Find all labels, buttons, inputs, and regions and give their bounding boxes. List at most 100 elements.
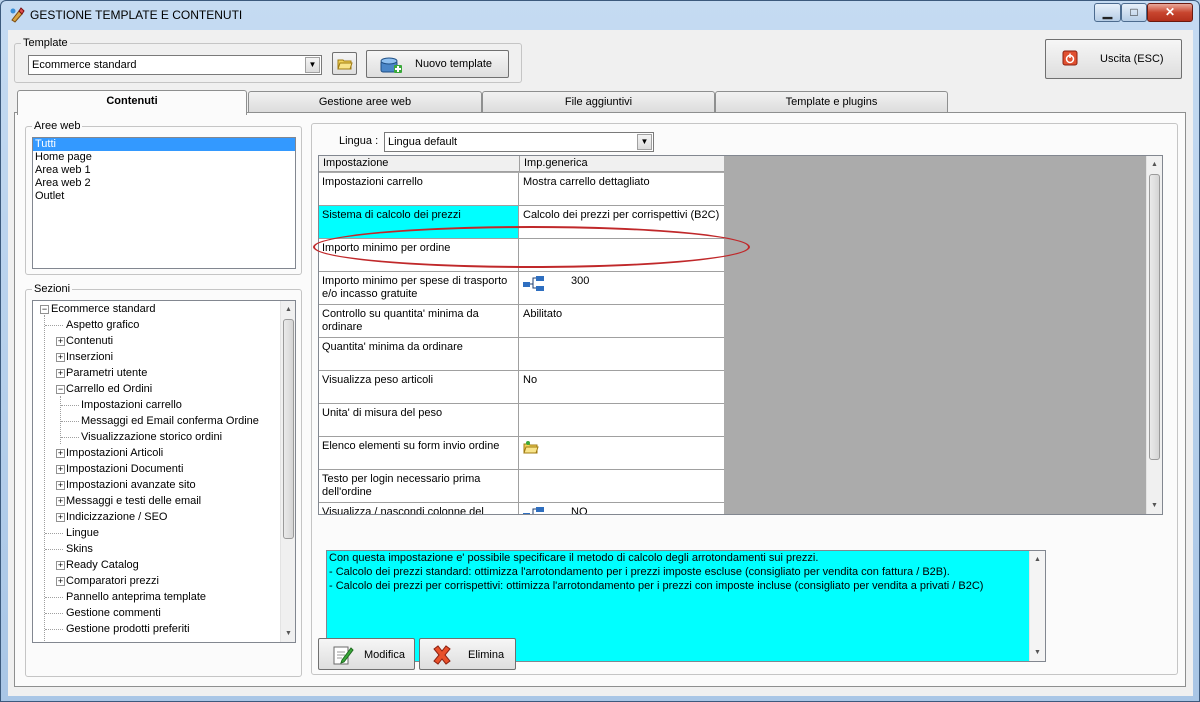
expand-icon[interactable]: + (56, 577, 65, 586)
table-row[interactable]: Unita' di misura del peso (319, 404, 724, 437)
collapse-icon[interactable]: − (40, 305, 49, 314)
expand-icon[interactable]: + (56, 561, 65, 570)
settings-grid[interactable]: Impostazione Imp.generica Impostazioni c… (318, 155, 1163, 515)
tree-node[interactable]: Impostazioni Articoli (66, 445, 163, 461)
description-line: - Calcolo dei prezzi per corrispettivi: … (329, 580, 984, 592)
scroll-down-icon[interactable]: ▼ (281, 625, 295, 642)
tree-connector (45, 533, 63, 534)
list-item[interactable]: Home page (33, 151, 295, 164)
minimize-icon: ▁ (1102, 5, 1113, 19)
description-scrollbar[interactable]: ▲ ▼ (1029, 551, 1045, 661)
list-item[interactable]: Outlet (33, 190, 295, 203)
tree-node[interactable]: Contenuti (66, 333, 113, 349)
expand-icon[interactable]: + (56, 513, 65, 522)
collapse-icon[interactable]: − (56, 385, 65, 394)
elimina-button[interactable]: Elimina (419, 638, 516, 670)
tree-node[interactable]: Comparatori prezzi (66, 573, 159, 589)
table-row[interactable]: Controllo su quantita' minima da ordinar… (319, 305, 724, 338)
expand-icon[interactable]: + (56, 497, 65, 506)
scroll-down-icon[interactable]: ▼ (1030, 644, 1045, 661)
expand-icon[interactable]: + (56, 337, 65, 346)
tree-node[interactable]: Ready Catalog (66, 557, 139, 573)
grid-scrollbar[interactable]: ▲ ▼ (1146, 156, 1162, 514)
title-bar[interactable]: GESTIONE TEMPLATE E CONTENUTI ▁ □ ✕ (1, 1, 1199, 29)
aree-web-list[interactable]: Tutti Home page Area web 1 Area web 2 Ou… (32, 137, 296, 269)
sezioni-scrollbar[interactable]: ▲ ▼ (280, 301, 295, 642)
scroll-thumb[interactable] (283, 319, 294, 539)
tree-node[interactable]: Lingue (66, 525, 99, 541)
hierarchy-icon[interactable] (523, 506, 545, 515)
scroll-up-icon[interactable]: ▲ (1147, 156, 1162, 173)
list-item[interactable]: Tutti (33, 138, 295, 151)
tree-node[interactable]: Messaggi ed Email conferma Ordine (81, 413, 259, 429)
tree-node[interactable]: Impostazioni Documenti (66, 461, 183, 477)
tree-node[interactable]: Aspetto grafico (66, 317, 139, 333)
delete-icon (433, 645, 451, 665)
table-row[interactable]: Visualizza peso articoli No (319, 371, 724, 404)
tab-template-e-plugins[interactable]: Template e plugins (715, 91, 948, 113)
tab-contenuti[interactable]: Contenuti (17, 90, 247, 115)
new-template-label: Nuovo template (415, 58, 493, 70)
close-button[interactable]: ✕ (1147, 3, 1193, 22)
scroll-down-icon[interactable]: ▼ (1147, 497, 1162, 514)
tree-node[interactable]: Impostazioni carrello (81, 397, 182, 413)
tree-node[interactable]: Gestione commenti (66, 605, 161, 621)
tree-node[interactable]: Carrello ed Ordini (66, 381, 152, 397)
tree-connector (45, 597, 63, 598)
minimize-button[interactable]: ▁ (1094, 3, 1121, 22)
tree-node[interactable]: Impostazioni avanzate sito (66, 477, 196, 493)
tree-connector (44, 315, 45, 642)
chevron-down-icon[interactable]: ▼ (637, 134, 652, 150)
expand-icon[interactable]: + (56, 449, 65, 458)
scroll-thumb[interactable] (1149, 174, 1160, 460)
tree-node[interactable]: Indicizzazione / SEO (66, 509, 168, 525)
expand-icon[interactable]: + (56, 353, 65, 362)
header-divider (519, 156, 520, 172)
tree-node[interactable]: Inserzioni (66, 349, 113, 365)
tree-node[interactable]: Visualizzazione storico ordini (81, 429, 222, 445)
scroll-up-icon[interactable]: ▲ (281, 301, 295, 318)
tree-node[interactable]: Pannello anteprima template (66, 589, 206, 605)
hierarchy-icon[interactable] (523, 275, 545, 293)
tree-node[interactable]: Skins (66, 541, 93, 557)
lingua-select[interactable]: Lingua default ▼ (384, 132, 654, 152)
table-row[interactable]: Visualizza / nascondi colonne del NO (319, 503, 724, 515)
setting-name: Visualizza / nascondi colonne del (319, 503, 519, 514)
column-header-impostazione[interactable]: Impostazione (323, 157, 388, 169)
column-header-imp-generica[interactable]: Imp.generica (524, 157, 588, 169)
table-row[interactable]: Importo minimo per spese di trasporto e/… (319, 272, 724, 305)
expand-icon[interactable]: + (56, 481, 65, 490)
chevron-down-icon[interactable]: ▼ (305, 57, 320, 73)
maximize-icon: □ (1130, 5, 1138, 19)
tree-node[interactable]: Parametri utente (66, 365, 147, 381)
modifica-button[interactable]: Modifica (318, 638, 415, 670)
maximize-button[interactable]: □ (1121, 3, 1147, 22)
scroll-up-icon[interactable]: ▲ (1030, 551, 1045, 568)
tree-connector (61, 405, 79, 406)
expand-icon[interactable]: + (56, 369, 65, 378)
table-row[interactable]: Testo per login necessario prima dell'or… (319, 470, 724, 503)
tab-file-aggiuntivi[interactable]: File aggiuntivi (482, 91, 715, 113)
new-template-button[interactable]: Nuovo template (366, 50, 509, 78)
close-icon: ✕ (1164, 5, 1176, 19)
tree-node[interactable]: Gestione prodotti preferiti (66, 621, 190, 637)
list-item[interactable]: Area web 1 (33, 164, 295, 177)
tab-gestione-aree-web[interactable]: Gestione aree web (248, 91, 482, 113)
template-select[interactable]: Ecommerce standard ▼ (28, 55, 322, 75)
tab-contenuti-label: Contenuti (106, 95, 158, 107)
table-row[interactable]: Quantita' minima da ordinare (319, 338, 724, 371)
table-row[interactable]: Elenco elementi su form invio ordine (319, 437, 724, 470)
list-item[interactable]: Area web 2 (33, 177, 295, 190)
description-line: Con questa impostazione e' possibile spe… (329, 552, 819, 564)
folder-icon[interactable] (523, 440, 539, 456)
open-folder-button[interactable] (332, 52, 357, 75)
exit-button[interactable]: Uscita (ESC) (1045, 39, 1182, 79)
table-row[interactable]: Impostazioni carrello Mostra carrello de… (319, 173, 724, 206)
tree-node[interactable]: Messaggi e testi delle email (66, 493, 201, 509)
tree-node-root[interactable]: Ecommerce standard (51, 301, 156, 317)
main-window: GESTIONE TEMPLATE E CONTENUTI ▁ □ ✕ Temp… (0, 0, 1200, 702)
setting-name: Controllo su quantita' minima da ordinar… (319, 305, 519, 337)
setting-name: Testo per login necessario prima dell'or… (319, 470, 519, 502)
sezioni-tree[interactable]: − Ecommerce standard Aspetto grafico + C… (32, 300, 296, 643)
expand-icon[interactable]: + (56, 465, 65, 474)
